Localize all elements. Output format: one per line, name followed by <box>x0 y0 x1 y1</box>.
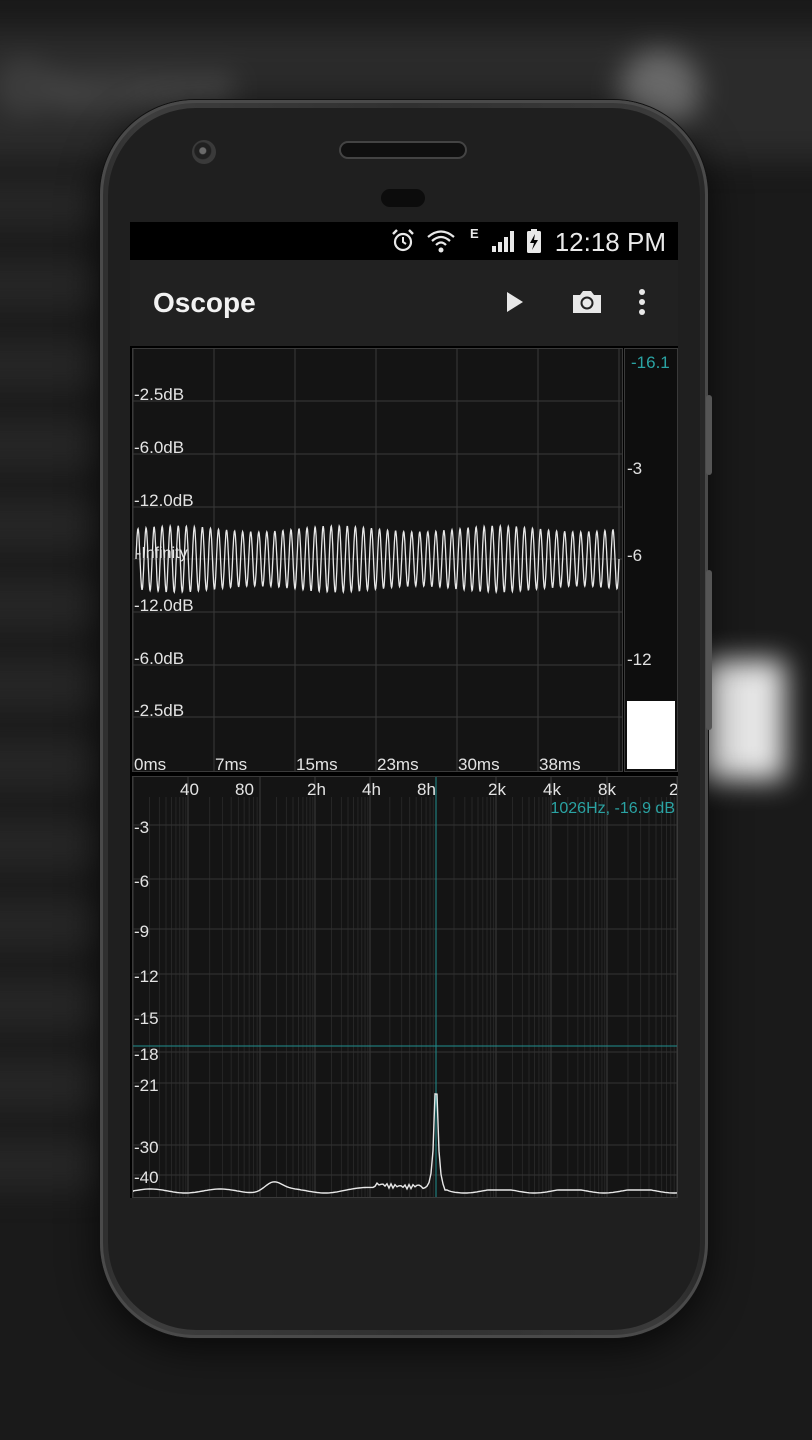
time-label: 15ms <box>296 755 338 771</box>
db-label: -30 <box>134 1138 159 1157</box>
peak-readout: -16.1 <box>631 353 670 372</box>
wifi-icon <box>427 230 455 253</box>
db-label: -21 <box>134 1076 159 1095</box>
time-label: 7ms <box>215 755 247 771</box>
spectrum-plot[interactable]: 40 80 2h 4h 8h 2k 4k 8k 2 1026Hz, -16.9 … <box>132 776 678 1198</box>
meter-scale-label: -12 <box>627 650 652 669</box>
spectrum-panel: 40 80 2h 4h 8h 2k 4k 8k 2 1026Hz, -16.9 … <box>130 774 678 1198</box>
battery-charging-icon <box>527 229 541 253</box>
front-camera <box>192 140 216 164</box>
freq-label: 8h <box>417 780 436 799</box>
db-label-bottom: -12.0dB <box>134 596 194 615</box>
time-label: 23ms <box>377 755 419 771</box>
status-bar: E 12:18 PM <box>130 222 678 260</box>
phone-screen: E 12:18 PM Oscope -2.5dB -6.0dB -12.0dB … <box>130 222 678 1200</box>
freq-label: 8k <box>598 780 616 799</box>
level-meter: -16.1 -3 -6 -12 <box>624 348 678 772</box>
power-button <box>706 570 712 730</box>
oscilloscope-graph: -2.5dB -6.0dB -12.0dB -Infinity -12.0dB … <box>132 349 622 774</box>
overflow-menu-button[interactable] <box>624 284 660 320</box>
db-label: -40 <box>134 1168 159 1187</box>
camera-icon <box>573 291 601 313</box>
status-time: 12:18 PM <box>554 227 666 257</box>
signal-icon <box>492 231 514 252</box>
time-label: 30ms <box>458 755 500 771</box>
freq-label: 4h <box>362 780 381 799</box>
freq-label: 80 <box>235 780 254 799</box>
earpiece-speaker <box>341 143 465 157</box>
db-label-top: -12.0dB <box>134 491 194 510</box>
freq-label: 2 <box>669 780 677 799</box>
meter-scale-label: -3 <box>627 459 643 478</box>
proximity-sensor <box>381 189 425 207</box>
overflow-menu-icon <box>639 289 645 315</box>
screenshot-button[interactable] <box>569 284 605 320</box>
freq-label: 2h <box>307 780 326 799</box>
waveform-trace <box>135 523 620 595</box>
spectrum-graph: 40 80 2h 4h 8h 2k 4k 8k 2 1026Hz, -16.9 … <box>132 777 678 1197</box>
oscilloscope-panel: -2.5dB -6.0dB -12.0dB -Infinity -12.0dB … <box>130 346 678 774</box>
cursor-readout: 1026Hz, -16.9 dB <box>550 800 675 817</box>
time-label: 38ms <box>539 755 581 771</box>
play-icon <box>507 292 523 312</box>
db-label-top: -2.5dB <box>134 385 184 404</box>
db-label: -3 <box>134 818 149 837</box>
freq-label: 4k <box>543 780 561 799</box>
db-label-top: -6.0dB <box>134 438 184 457</box>
db-label: -6 <box>134 872 149 891</box>
meter-scale-label: -6 <box>627 546 643 565</box>
db-label: -12 <box>134 967 159 986</box>
db-label: -18 <box>134 1045 159 1064</box>
freq-label: 2k <box>488 780 506 799</box>
db-label: -15 <box>134 1009 159 1028</box>
play-button[interactable] <box>497 284 533 320</box>
center-label: -Infinity <box>136 545 188 562</box>
app-bar: Oscope <box>130 260 678 346</box>
db-label-bottom: -6.0dB <box>134 649 184 668</box>
app-title: Oscope <box>153 287 256 318</box>
db-label: -9 <box>134 922 149 941</box>
volume-button <box>706 395 712 475</box>
meter-level-bar <box>627 701 675 769</box>
freq-label: 40 <box>180 780 199 799</box>
network-type-label: E <box>470 226 479 241</box>
oscilloscope-plot[interactable]: -2.5dB -6.0dB -12.0dB -Infinity -12.0dB … <box>132 348 623 774</box>
db-label-bottom: -2.5dB <box>134 701 184 720</box>
alarm-icon <box>392 229 414 252</box>
spectrum-trace <box>132 1093 678 1194</box>
time-label: 0ms <box>134 755 166 771</box>
